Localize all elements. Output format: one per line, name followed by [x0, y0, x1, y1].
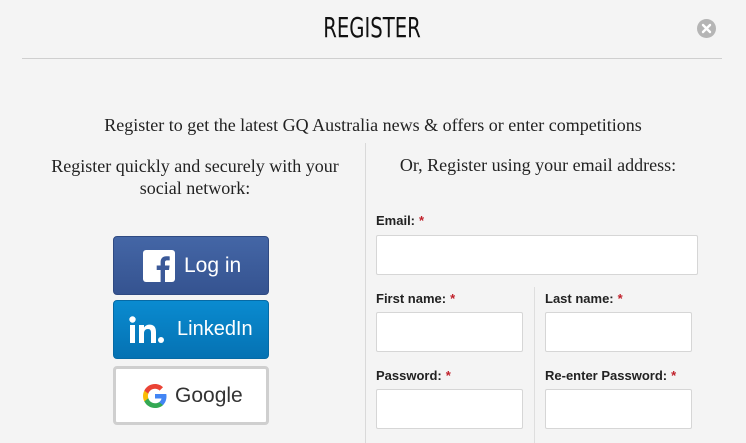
required-marker: *	[671, 368, 677, 383]
social-register-heading: Register quickly and securely with your …	[51, 156, 339, 198]
password-field[interactable]	[376, 389, 523, 429]
facebook-login-button[interactable]: Log in	[113, 236, 269, 295]
facebook-icon	[143, 249, 175, 282]
page-title: REGISTER	[323, 11, 421, 44]
google-login-button[interactable]: Google	[113, 366, 269, 425]
reenter-password-field[interactable]	[545, 389, 692, 429]
column-divider	[365, 143, 366, 443]
linkedin-icon	[129, 315, 171, 344]
email-label: Email: *	[376, 213, 425, 228]
reenter-password-label: Re-enter Password: *	[545, 368, 677, 383]
linkedin-login-button[interactable]: LinkedIn	[113, 300, 269, 359]
google-button-label: Google	[175, 383, 243, 407]
required-marker: *	[450, 291, 456, 306]
last-name-field[interactable]	[545, 312, 692, 352]
google-icon	[143, 383, 167, 408]
intro-text: Register to get the latest GQ Australia …	[104, 115, 642, 135]
first-name-label: First name: *	[376, 291, 456, 306]
email-field[interactable]	[376, 235, 698, 275]
required-marker: *	[617, 291, 623, 306]
first-name-field[interactable]	[376, 312, 523, 352]
linkedin-button-label: LinkedIn	[177, 318, 253, 340]
form-column-divider	[534, 287, 535, 443]
last-name-label: Last name: *	[545, 291, 623, 306]
required-marker: *	[445, 368, 451, 383]
close-icon[interactable]	[697, 19, 716, 38]
required-marker: *	[419, 213, 425, 228]
email-register-heading: Or, Register using your email address:	[399, 155, 677, 175]
modal-header: REGISTER	[22, 0, 722, 59]
password-label: Password: *	[376, 368, 451, 383]
facebook-button-label: Log in	[184, 253, 242, 277]
